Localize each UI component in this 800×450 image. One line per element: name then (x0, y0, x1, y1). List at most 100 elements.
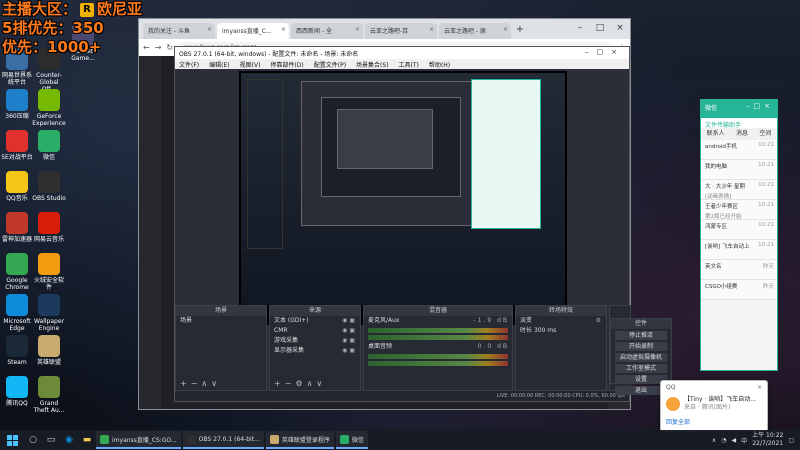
tencent-qq-desktop-icon[interactable]: 腾讯QQ (0, 376, 34, 407)
sources-toolbar[interactable]: +−⚙∧∨ (274, 379, 326, 388)
obs-studio-desktop-icon[interactable]: OBS Studio (32, 171, 66, 202)
obs-window-controls[interactable]: –□× (585, 48, 625, 56)
obs-control-button[interactable]: 停止推流 (615, 331, 667, 340)
chat-list-item[interactable]: CSGO小组赛 昨天 (701, 280, 777, 300)
close-window-icon[interactable]: × (610, 19, 630, 39)
notification-popup[interactable]: QQ × 【Tiny · 诶哟】飞车自动... 来自 · 腾讯(图片) 回复全部 (660, 380, 768, 432)
clock[interactable]: 上午 10:22 22/7/2021 (752, 432, 783, 448)
obs-menu-item[interactable]: 场景集合(S) (356, 60, 389, 69)
geforce-desktop-icon[interactable]: GeForce Experience (32, 89, 66, 127)
wallpaper-engine-desktop-icon[interactable]: Wallpaper Engine (32, 294, 66, 332)
chat-subtitle[interactable]: 文件传输助手 (701, 118, 777, 129)
chat-list-item[interactable]: 鸿蒙专区 10:21 (701, 220, 777, 240)
obs-preview[interactable] (239, 71, 567, 325)
notification-line2: 来自 · 腾讯(图片) (684, 404, 731, 411)
visibility-lock-icons[interactable]: ◉▣ (342, 326, 357, 336)
obs-menu-item[interactable]: 文件(F) (179, 60, 199, 69)
qq-music-desktop-icon[interactable]: QQ音乐 (0, 171, 34, 202)
taskbar-app-button[interactable]: 英雄联盟登录程序 (265, 431, 334, 449)
chat-list-item[interactable]: 大 · 大沙年 星期 10:21 [动画表情] (701, 180, 777, 200)
gta-desktop-icon[interactable]: Grand Theft Au... (32, 376, 66, 414)
close-icon[interactable]: × (757, 384, 762, 391)
chat-list-item[interactable]: 王者少年赛区 10:21 第2局已经开始 (701, 200, 777, 220)
browser-tab[interactable]: 我的关注 - 斗鱼 × (143, 23, 215, 39)
chat-window-controls[interactable]: –□× (746, 102, 774, 110)
close-icon[interactable]: × (503, 26, 508, 33)
minimize-icon[interactable]: – (570, 19, 590, 39)
scenes-toolbar[interactable]: +−∧∨ (180, 379, 221, 388)
browser-tab-active[interactable]: imyanss直播_C... × (217, 23, 289, 39)
taskbar-app-button[interactable]: imyanss直播_CS:GO... (96, 431, 181, 449)
desktop-volume-meter[interactable] (368, 354, 508, 359)
taskbar-app-button[interactable]: 微信 (335, 431, 368, 449)
edge-taskbar-icon[interactable]: ◉ (60, 430, 78, 450)
taskbar-app-button[interactable]: OBS 27.0.1 (64-bit... (182, 431, 264, 449)
chat-list-item[interactable]: 英文名 昨天 (701, 260, 777, 280)
obs-menu-item[interactable]: 编辑(E) (209, 60, 229, 69)
close-icon[interactable]: × (207, 26, 212, 33)
obs-menu-item[interactable]: 视图(V) (240, 60, 261, 69)
mic-volume-meter-2[interactable] (368, 335, 508, 340)
reload-icon[interactable]: ↻ (166, 43, 173, 52)
avatar (666, 397, 680, 411)
browser-tab[interactable]: 西西新闻 - 全 × (291, 23, 363, 39)
chat-tab[interactable]: 消息 (736, 128, 748, 140)
netease-music-desktop-icon[interactable]: 网易云音乐 (32, 212, 66, 243)
lol-desktop-icon[interactable]: 英雄联盟 (32, 335, 66, 366)
360zip-desktop-icon[interactable]: 360压缩 (0, 89, 34, 120)
obs-menu-item[interactable]: 配置文件(P) (314, 60, 346, 69)
chat-list-item[interactable]: 我的电脑 10:21 (701, 160, 777, 180)
file-explorer-icon[interactable]: ▬ (78, 430, 96, 450)
desktop-volume-meter-2[interactable] (368, 361, 508, 366)
notification-center-icon[interactable]: ▢ (788, 437, 794, 444)
visibility-lock-icons[interactable]: ◉▣ (342, 316, 357, 326)
browser-tab[interactable]: 云亚之路吧-百 × (365, 23, 437, 39)
visibility-lock-icons[interactable]: ◉▣ (342, 336, 357, 346)
chat-list-item[interactable]: android手机 10:21 (701, 140, 777, 160)
obs-control-button[interactable]: 启动虚拟摄像机 (615, 353, 667, 362)
scene-item[interactable]: 场景 (176, 316, 266, 326)
chat-tab[interactable]: 联系人 (707, 128, 725, 140)
new-tab-button[interactable]: + (513, 23, 527, 39)
huorong-desktop-icon[interactable]: 火绒安全软件 (32, 253, 66, 291)
visibility-lock-icons[interactable]: ◉▣ (342, 346, 357, 356)
5e-platform-desktop-icon[interactable]: 5E对战平台 (0, 130, 34, 161)
browser-tab[interactable]: 云亚之路吧 - 原 × (439, 23, 511, 39)
obs-menu-item[interactable]: 工具(T) (399, 60, 419, 69)
obs-control-button[interactable]: 工作室模式 (615, 364, 667, 373)
obs-window: OBS 27.0.1 (64-bit, windows) - 配置文件: 未命名… (174, 46, 631, 402)
chat-list-item[interactable]: [诶哟] 飞车自动上 10:21 (701, 240, 777, 260)
app-icon (339, 434, 349, 444)
task-view-icon[interactable]: ▭ (42, 430, 60, 450)
mic-volume-meter[interactable] (368, 328, 508, 333)
source-item[interactable]: CMR ◉▣ (270, 326, 360, 336)
steam-desktop-icon[interactable]: Steam (0, 335, 34, 366)
wechat-desktop-icon[interactable]: 微信 (32, 130, 66, 161)
source-item[interactable]: 显示器采集 ◉▣ (270, 346, 360, 356)
transition-select[interactable]: 淡变 ⚙ (516, 316, 606, 326)
input-language[interactable]: 中 (741, 436, 747, 445)
back-icon[interactable]: ← (143, 43, 150, 52)
start-button[interactable] (0, 430, 24, 450)
close-icon[interactable]: × (355, 26, 360, 33)
obs-control-button[interactable]: 开始录制 (615, 342, 667, 351)
edge-desktop-icon[interactable]: Microsoft Edge (0, 294, 34, 332)
maximize-icon[interactable]: □ (590, 19, 610, 39)
close-icon[interactable]: × (429, 26, 434, 33)
close-icon[interactable]: × (281, 26, 286, 33)
tray-overflow-icon[interactable]: ∧ (712, 437, 716, 444)
obs-menu-item[interactable]: 停靠部件(D) (270, 60, 303, 69)
chat-tab[interactable]: 空间 (759, 128, 771, 140)
source-item[interactable]: 游戏采集 ◉▣ (270, 336, 360, 346)
network-icon[interactable]: ◔ (721, 437, 726, 444)
transition-duration[interactable]: 时长 300 ms (516, 326, 606, 336)
search-icon[interactable]: ○ (24, 430, 42, 450)
nested-chat-window (471, 79, 541, 229)
obs-menu-item[interactable]: 帮助(H) (429, 60, 450, 69)
leishen-accelerator-desktop-icon[interactable]: 雷神加速器 (0, 212, 34, 243)
source-item[interactable]: 文本 (GDI+) ◉▣ (270, 316, 360, 326)
forward-icon[interactable]: → (155, 43, 162, 52)
chrome-desktop-icon[interactable]: Google Chrome (0, 253, 34, 291)
volume-icon[interactable]: ◀ (731, 437, 736, 444)
notification-reply-link[interactable]: 回复全部 (661, 414, 767, 429)
